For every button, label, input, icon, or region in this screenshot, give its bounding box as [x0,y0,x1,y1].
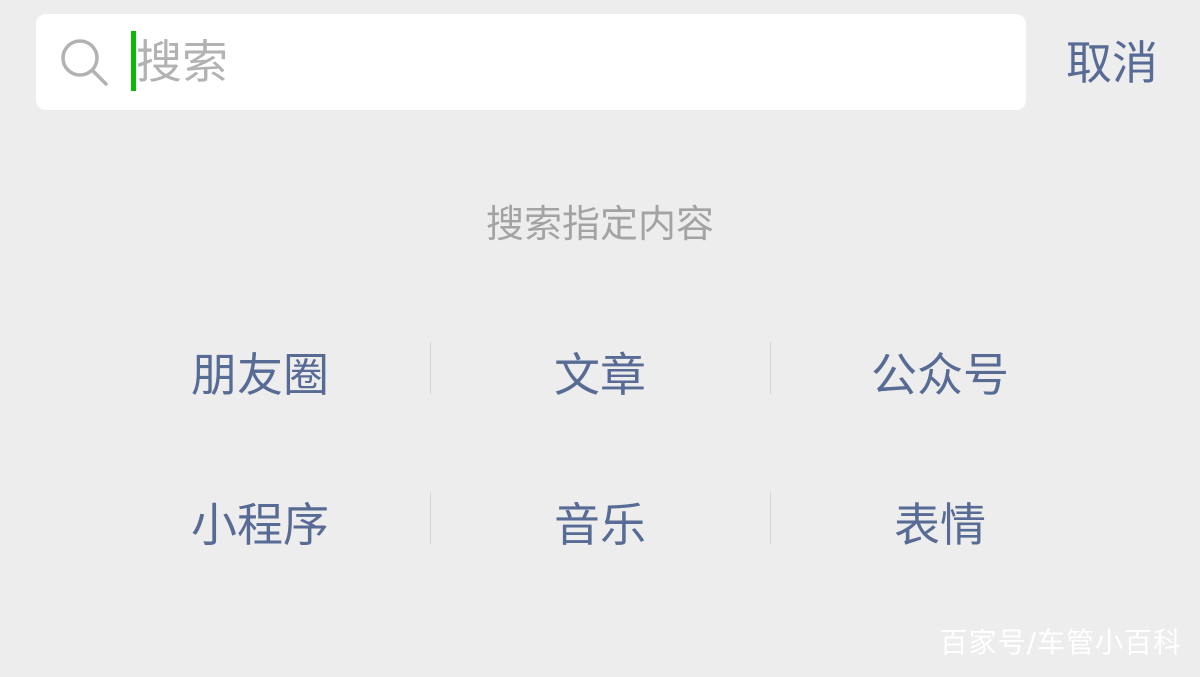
section-heading: 搜索指定内容 [485,202,714,246]
watermark: 百家号/车管小百科 [939,626,1182,659]
category-label: 公众号 [871,348,1009,402]
category-mini-programs[interactable]: 小程序 [90,472,430,622]
cancel-button[interactable]: 取消 [1056,30,1168,96]
category-grid: 朋友圈 文章 公众号 小程序 音乐 表情 [90,322,1110,622]
category-label: 小程序 [191,498,329,552]
category-official-accounts[interactable]: 公众号 [770,322,1110,472]
category-music[interactable]: 音乐 [430,472,770,622]
category-label: 音乐 [554,498,646,552]
category-moments[interactable]: 朋友圈 [90,322,430,472]
category-articles[interactable]: 文章 [430,322,770,472]
category-stickers[interactable]: 表情 [770,472,1110,622]
category-label: 表情 [894,498,986,552]
search-icon [61,39,108,86]
category-label: 朋友圈 [191,348,329,402]
category-label: 文章 [554,348,646,402]
search-input[interactable] [136,24,996,100]
